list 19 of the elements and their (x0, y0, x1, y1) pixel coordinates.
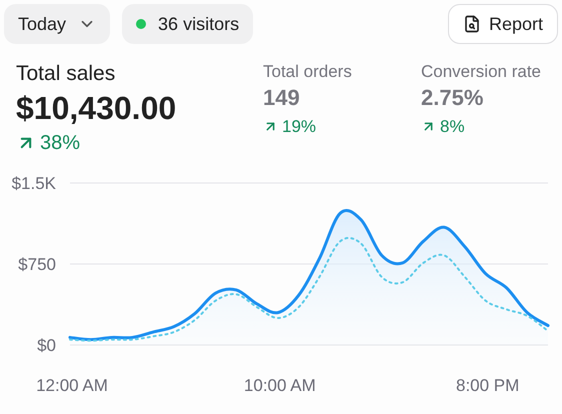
metric-change: 19% (282, 116, 316, 138)
metric-label: Total sales (16, 61, 116, 87)
report-button[interactable]: Report (448, 4, 558, 44)
period-dropdown[interactable]: Today (4, 4, 110, 44)
metric-value: 2.75% (421, 84, 484, 112)
metric-value: 149 (263, 84, 301, 112)
report-icon (462, 15, 481, 33)
x-axis-label: 10:00 AM (244, 376, 316, 395)
x-axis-label: 8:00 PM (456, 376, 520, 395)
visitors-count: 36 visitors (158, 12, 240, 36)
metric-change: 8% (440, 116, 465, 138)
y-axis-label: $0 (37, 336, 56, 355)
y-axis-label: $1.5K (12, 174, 56, 193)
metric-label: Conversion rate (421, 62, 542, 82)
x-axis-label: 12:00 AM (36, 376, 108, 395)
metric-change: 38% (40, 131, 80, 156)
y-axis-label: $750 (18, 255, 56, 274)
metric-label: Total orders (263, 62, 353, 82)
metric-value: $10,430.00 (16, 89, 178, 128)
